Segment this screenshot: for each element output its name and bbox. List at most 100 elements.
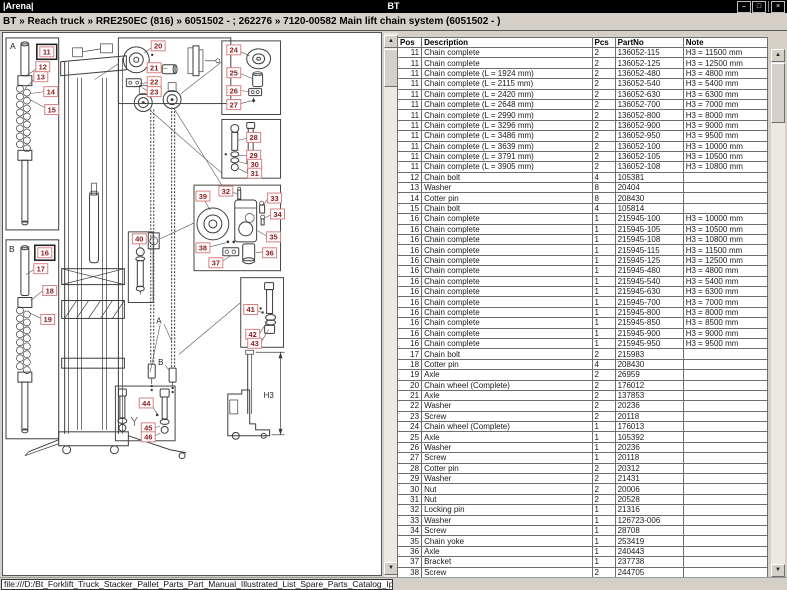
callout-40[interactable]: 40	[132, 234, 146, 244]
cell-note	[683, 463, 767, 473]
callout-17[interactable]: 17	[34, 264, 48, 274]
callout-32[interactable]: 32	[219, 186, 233, 196]
callout-27[interactable]: 27	[227, 100, 241, 110]
callout-35[interactable]: 35	[267, 232, 281, 242]
callout-21[interactable]: 21	[147, 63, 161, 73]
callout-24[interactable]: 24	[227, 45, 241, 55]
table-row[interactable]: 37Bracket1237738	[398, 557, 768, 567]
table-row[interactable]: 11Chain complete (L = 3639 mm)2136052-10…	[398, 141, 768, 151]
table-row[interactable]: 30Nut220006	[398, 484, 768, 494]
table-row[interactable]: 29Washer221431	[398, 474, 768, 484]
callout-26[interactable]: 26	[227, 86, 241, 96]
scroll-down-button[interactable]: ▼	[771, 564, 785, 577]
callout-36[interactable]: 36	[263, 248, 277, 258]
table-row[interactable]: 11Chain complete (L = 3486 mm)2136052-95…	[398, 131, 768, 141]
callout-43[interactable]: 43	[248, 338, 262, 348]
table-row[interactable]: 12Chain bolt4105381	[398, 172, 768, 182]
callout-22[interactable]: 22	[147, 77, 161, 87]
table-row[interactable]: 36Axle1240443	[398, 546, 768, 556]
table-row[interactable]: 28Cotter pin220312	[398, 463, 768, 473]
scroll-down-button[interactable]: ▼	[384, 562, 398, 575]
callout-15[interactable]: 15	[45, 105, 59, 115]
callout-16[interactable]: 16	[35, 245, 55, 260]
table-row[interactable]: 32Locking pin121316	[398, 505, 768, 515]
table-row[interactable]: 16Chain complete1215945-540H3 = 5400 mm	[398, 276, 768, 286]
scroll-thumb[interactable]	[384, 49, 398, 87]
table-row[interactable]: 16Chain complete1215945-125H3 = 12500 mm	[398, 255, 768, 265]
table-row[interactable]: 16Chain complete1215945-630H3 = 6300 mm	[398, 286, 768, 296]
diagram-scrollbar[interactable]: ▲ ▼	[384, 33, 398, 577]
table-row[interactable]: 16Chain complete1215945-108H3 = 10800 mm	[398, 235, 768, 245]
callout-41[interactable]: 41	[244, 304, 258, 314]
table-row[interactable]: 14Cotter pin8208430	[398, 193, 768, 203]
table-row[interactable]: 38Screw2244705	[398, 567, 768, 577]
table-row[interactable]: 33Washer1126723-006	[398, 515, 768, 525]
table-row[interactable]: 11Chain complete (L = 3296 mm)2136052-90…	[398, 120, 768, 130]
callout-23[interactable]: 23	[147, 87, 161, 97]
callout-39[interactable]: 39	[196, 191, 210, 201]
table-row[interactable]: 35Chain yoke1253419	[398, 536, 768, 546]
table-row[interactable]: 31Nut220528	[398, 494, 768, 504]
table-row[interactable]: 15Chain bolt4105814	[398, 203, 768, 213]
table-row[interactable]: 16Chain complete1215945-800H3 = 8000 mm	[398, 307, 768, 317]
callout-25[interactable]: 25	[227, 68, 241, 78]
callout-14[interactable]: 14	[44, 87, 58, 97]
cell-note: H3 = 5400 mm	[683, 276, 767, 286]
restore-button[interactable]: □	[752, 1, 766, 13]
table-row[interactable]: 11Chain complete (L = 2115 mm)2136052-54…	[398, 79, 768, 89]
table-row[interactable]: 34Screw128708	[398, 525, 768, 535]
table-row[interactable]: 11Chain complete (L = 2420 mm)2136052-63…	[398, 89, 768, 99]
table-row[interactable]: 18Cotter pin4208430	[398, 359, 768, 369]
table-row[interactable]: 22Washer220236	[398, 401, 768, 411]
table-row[interactable]: 21Axle2137853	[398, 390, 768, 400]
table-row[interactable]: 19Axle226959	[398, 370, 768, 380]
table-row[interactable]: 11Chain complete (L = 3905 mm)2136052-10…	[398, 162, 768, 172]
cell-pos: 23	[398, 411, 422, 421]
cell-partno: 28708	[615, 525, 683, 535]
table-row[interactable]: 13Washer820404	[398, 183, 768, 193]
table-row[interactable]: 17Chain bolt2215983	[398, 349, 768, 359]
table-row[interactable]: 16Chain complete1215945-900H3 = 9000 mm	[398, 328, 768, 338]
callout-31[interactable]: 31	[248, 168, 262, 178]
table-row[interactable]: 16Chain complete1215945-850H3 = 8500 mm	[398, 318, 768, 328]
callout-12[interactable]: 12	[36, 62, 50, 72]
table-scrollbar[interactable]: ▲ ▼	[771, 49, 785, 577]
scroll-up-button[interactable]: ▲	[384, 35, 398, 48]
callout-34[interactable]: 34	[271, 209, 285, 219]
table-row[interactable]: 27Screw120118	[398, 453, 768, 463]
table-row[interactable]: 16Chain complete1215945-700H3 = 7000 mm	[398, 297, 768, 307]
callout-38[interactable]: 38	[196, 243, 210, 253]
table-row[interactable]: 11Chain complete (L = 3791 mm)2136052-10…	[398, 151, 768, 161]
table-row[interactable]: 26Washer120236	[398, 442, 768, 452]
callout-28[interactable]: 28	[247, 132, 261, 142]
minimize-button[interactable]: –	[737, 1, 751, 13]
table-row[interactable]: 24Chain wheel (Complete)1176013	[398, 422, 768, 432]
callout-44[interactable]: 44	[139, 398, 153, 408]
table-row[interactable]: 16Chain complete1215945-100H3 = 10000 mm	[398, 214, 768, 224]
table-row[interactable]: 16Chain complete1215945-115H3 = 11500 mm	[398, 245, 768, 255]
cell-pcs: 4	[592, 203, 615, 213]
table-row[interactable]: 16Chain complete1215945-105H3 = 10500 mm	[398, 224, 768, 234]
callout-33[interactable]: 33	[268, 193, 282, 203]
callout-11[interactable]: 11	[37, 44, 57, 59]
scroll-up-button[interactable]: ▲	[771, 49, 785, 62]
callout-46[interactable]: 46	[141, 432, 155, 442]
table-row[interactable]: 11Chain complete (L = 2990 mm)2136052-80…	[398, 110, 768, 120]
table-row[interactable]: 23Screw220118	[398, 411, 768, 421]
callout-19[interactable]: 19	[41, 314, 55, 324]
table-row[interactable]: 16Chain complete1215945-950H3 = 9500 mm	[398, 338, 768, 348]
close-button[interactable]: ×	[771, 1, 785, 13]
table-row[interactable]: 11Chain complete2136052-125H3 = 12500 mm	[398, 58, 768, 68]
callout-37[interactable]: 37	[209, 258, 223, 268]
table-row[interactable]: 16Chain complete1215945-480H3 = 4800 mm	[398, 266, 768, 276]
callout-18[interactable]: 18	[43, 286, 57, 296]
callout-13[interactable]: 13	[34, 72, 48, 82]
cell-note: H3 = 4800 mm	[683, 266, 767, 276]
scroll-thumb[interactable]	[771, 63, 785, 123]
table-row[interactable]: 25Axle1105392	[398, 432, 768, 442]
table-row[interactable]: 20Chain wheel (Complete)2176012	[398, 380, 768, 390]
table-row[interactable]: 11Chain complete (L = 1924 mm)2136052-48…	[398, 68, 768, 78]
table-row[interactable]: 11Chain complete2136052-115H3 = 11500 mm	[398, 48, 768, 58]
callout-20[interactable]: 20	[151, 41, 165, 51]
table-row[interactable]: 11Chain complete (L = 2648 mm)2136052-70…	[398, 99, 768, 109]
